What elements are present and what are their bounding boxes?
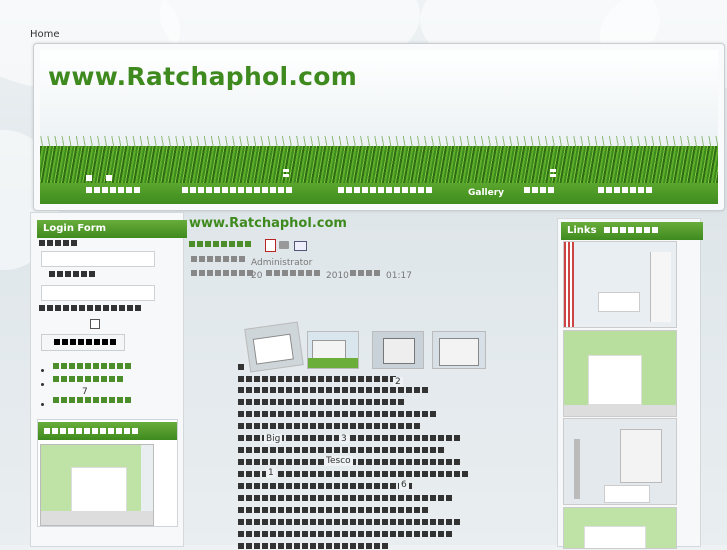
email-icon[interactable] — [294, 241, 307, 251]
login-button[interactable] — [41, 334, 125, 351]
sidebar-num-7: 7 — [80, 387, 90, 397]
menu-item-6-accent — [550, 169, 556, 177]
main-menu: Gallery — [40, 169, 718, 204]
menu-item-3-accent — [283, 169, 289, 177]
site-title[interactable]: www.Ratchaphol.com — [48, 62, 357, 91]
random-image[interactable] — [40, 444, 154, 526]
menu-item-2[interactable] — [182, 187, 292, 195]
gallery-photo-2[interactable] — [307, 331, 359, 369]
links-title: Links — [561, 222, 703, 240]
right-sidebar: Links — [557, 218, 703, 549]
menu-item-4[interactable] — [338, 187, 432, 195]
article-subtitle — [189, 241, 251, 247]
body-num-3: 3 — [339, 434, 349, 444]
remember-me-checkbox[interactable] — [90, 319, 100, 329]
link-image-3[interactable] — [563, 418, 677, 505]
article-time: 01:17 — [386, 271, 412, 281]
article-date-day: 20 — [251, 271, 263, 281]
forgot-username-link[interactable] — [53, 376, 123, 382]
remember-me-label — [39, 305, 141, 311]
gallery-photo-4[interactable] — [432, 331, 486, 369]
register-link[interactable] — [53, 397, 131, 403]
gallery-photo-1[interactable] — [244, 321, 304, 373]
body-num-1: 1 — [266, 468, 276, 478]
body-word-big: Big — [264, 434, 283, 444]
gallery-photo-3[interactable] — [372, 331, 424, 369]
random-image-module — [37, 419, 178, 527]
menu-item-7[interactable] — [598, 187, 652, 195]
menu-item-1[interactable] — [86, 175, 112, 183]
pdf-icon[interactable] — [265, 239, 276, 252]
article-author: Administrator — [251, 258, 313, 268]
site-header: www.Ratchaphol.com Gallery — [33, 43, 725, 211]
login-form-title: Login Form — [37, 220, 187, 238]
article-date-month — [266, 270, 320, 276]
grass-banner — [40, 146, 718, 186]
article-title[interactable]: www.Ratchaphol.com — [189, 216, 347, 231]
body-num-6: 6 — [399, 480, 409, 490]
random-image-title — [38, 422, 177, 440]
menu-item-gallery[interactable]: Gallery — [468, 188, 504, 198]
link-image-2[interactable] — [563, 330, 677, 417]
article-date-year: 2010 — [326, 271, 349, 281]
username-input[interactable] — [41, 251, 155, 267]
date-prefix — [191, 270, 253, 276]
link-image-4[interactable] — [563, 507, 677, 549]
print-icon[interactable] — [279, 241, 289, 249]
menu-item-6[interactable] — [524, 187, 554, 195]
password-label — [49, 271, 95, 277]
username-label — [39, 240, 77, 246]
forgot-password-link[interactable] — [53, 363, 131, 369]
body-num-2: 2 — [393, 377, 403, 387]
left-sidebar: Login Form — [30, 212, 187, 547]
article-weekday — [350, 270, 380, 276]
body-word-tesco: Tesco — [324, 456, 353, 466]
password-input[interactable] — [41, 285, 155, 301]
author-prefix — [191, 256, 245, 262]
link-image-1[interactable] — [563, 241, 677, 328]
menu-item-1-label[interactable] — [86, 187, 140, 195]
home-link[interactable]: Home — [30, 29, 60, 40]
